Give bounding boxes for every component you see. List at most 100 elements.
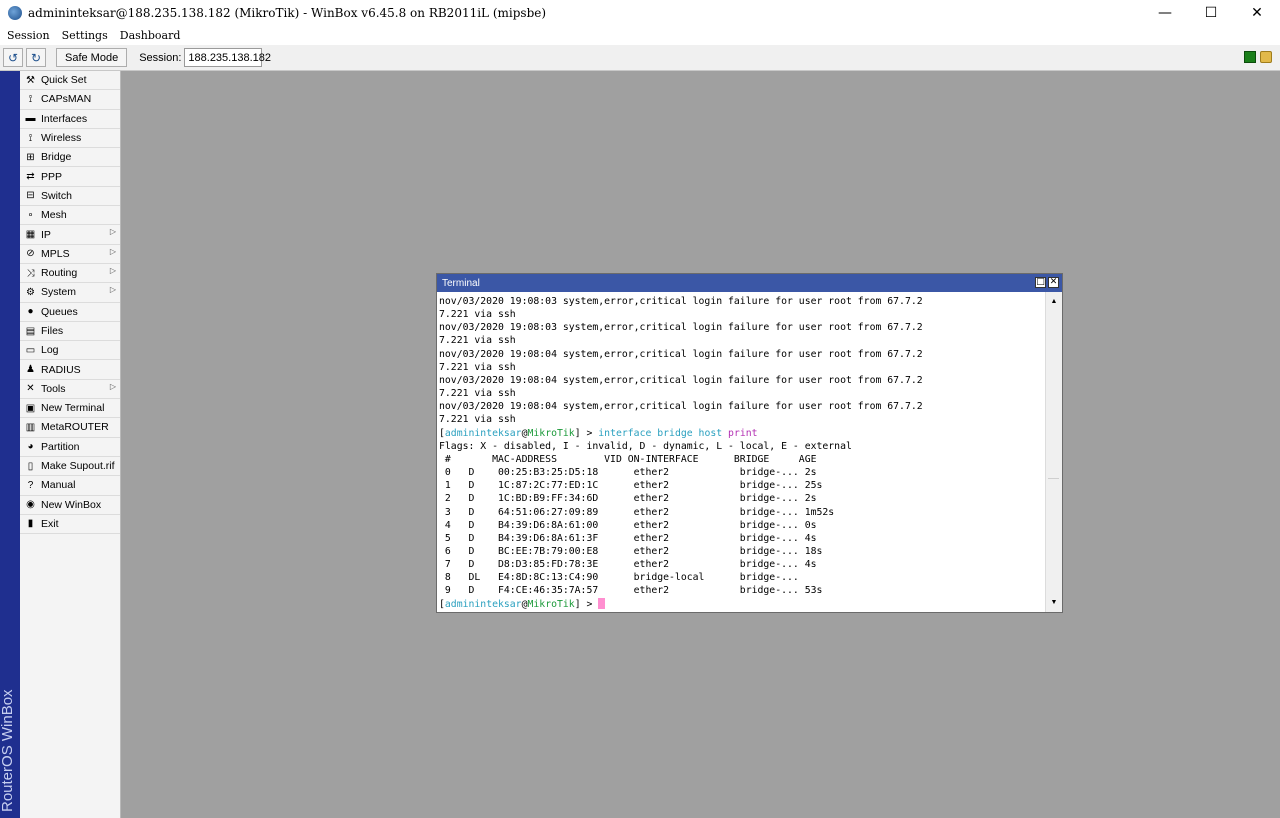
terminal-line: 7 D D8:D3:85:FD:78:3E ether2 bridge-... … [439, 559, 817, 571]
submenu-arrow-icon: ▷ [109, 285, 116, 295]
prompt-bracket: ] > [574, 427, 599, 439]
close-button[interactable]: ✕ [1234, 0, 1280, 26]
sidebar-item-label: Quick Set [41, 74, 87, 87]
terminal-window[interactable]: Terminal □ ✕ nov/03/2020 19:08:03 system… [436, 273, 1063, 613]
terminal-scrollbar[interactable]: ▲ ▼ [1045, 292, 1062, 612]
terminal-line: 2 D 1C:BD:B9:FF:34:6D ether2 bridge-... … [439, 493, 817, 505]
manual-icon: ? [27, 479, 34, 491]
sidebar-item-label: Queues [41, 305, 78, 318]
capsman-icon: ⟟ [28, 93, 33, 105]
sidebar-item-manual[interactable]: ? Manual [20, 476, 120, 496]
sidebar-item-label: Manual [41, 479, 76, 492]
undo-icon: ↺ [7, 50, 19, 65]
terminal-restore-button[interactable]: □ [1035, 277, 1046, 288]
sidebar-item-quickset[interactable]: ⚒ Quick Set [20, 71, 120, 91]
terminal-output[interactable]: nov/03/2020 19:08:03 system,error,critic… [437, 292, 1046, 612]
sidebar-item-label: Switch [41, 189, 72, 202]
sidebar-item-files[interactable]: ▤ Files [20, 322, 120, 342]
winbox-icon: ◉ [26, 499, 35, 511]
sidebar-item-label: Files [41, 325, 64, 337]
menu-dashboard[interactable]: Dashboard [120, 29, 181, 42]
session-field[interactable]: 188.235.138.182 [184, 48, 271, 67]
sidebar-item-exit[interactable]: ▮ Exit [20, 515, 120, 535]
sidebar-item-capsman[interactable]: ⟟ CAPsMAN [20, 90, 120, 110]
sidebar-item-mpls[interactable]: ⊘ MPLS ▷ [20, 245, 120, 264]
sidebar-item-bridge[interactable]: ⊞ Bridge [20, 148, 120, 168]
metarouter-icon: ▥ [25, 421, 36, 433]
sidebar-item-wireless[interactable]: ⟟ Wireless [20, 129, 120, 149]
sidebar-item-supout[interactable]: ▯ Make Supout.rif [20, 457, 120, 477]
scroll-thumb[interactable] [1048, 310, 1059, 479]
terminal-line: 7.221 via ssh [439, 388, 516, 400]
submenu-arrow-icon: ▷ [109, 381, 116, 391]
supout-icon: ▯ [27, 460, 34, 472]
terminal-line: nov/03/2020 19:08:04 system,error,critic… [439, 374, 923, 386]
scroll-down-button[interactable]: ▼ [1046, 595, 1062, 610]
sidebar-item-label: New WinBox [41, 498, 102, 511]
undo-button[interactable]: ↺ [3, 48, 23, 67]
terminal-line: 7.221 via ssh [439, 361, 516, 373]
sidebar-item-label: IP [41, 228, 51, 241]
submenu-arrow-icon: ▷ [109, 246, 116, 256]
sidebar-item-ppp[interactable]: ⇄ PPP [20, 167, 120, 187]
menu-session[interactable]: Session [7, 29, 50, 42]
menu-settings[interactable]: Settings [62, 29, 108, 42]
ppp-icon: ⇄ [26, 171, 35, 183]
terminal-command-line: [admininteksar@MikroTik] > interface bri… [439, 427, 1046, 440]
sidebar-item-mesh[interactable]: ∘ Mesh [20, 206, 120, 226]
terminal-line: 6 D BC:EE:7B:79:00:E8 ether2 bridge-... … [439, 545, 823, 557]
routing-icon: ⤨ [26, 267, 35, 279]
scroll-up-button[interactable]: ▲ [1046, 294, 1062, 309]
quickset-icon: ⚒ [26, 74, 35, 86]
terminal-line: # MAC-ADDRESS VID ON-INTERFACE BRIDGE AG… [439, 453, 817, 465]
terminal-line: 7.221 via ssh [439, 335, 516, 347]
terminal-line: 1 D 1C:87:2C:77:ED:1C ether2 bridge-... … [439, 480, 823, 492]
redo-button[interactable]: ↻ [26, 48, 46, 67]
sidebar-item-metarouter[interactable]: ▥ MetaROUTER [20, 418, 120, 438]
sidebar-item-label: System [41, 286, 77, 299]
exit-icon: ▮ [27, 518, 34, 530]
sidebar-item-log[interactable]: ▭ Log [20, 341, 120, 361]
terminal-line: 5 D B4:39:D6:8A:61:3F ether2 bridge-... … [439, 532, 817, 544]
tools-icon: ✕ [26, 383, 35, 395]
session-label: Session: [139, 51, 182, 64]
toolbar-status [1244, 51, 1272, 63]
prompt-user: admininteksar [444, 598, 522, 610]
sidebar-item-label: Routing [41, 267, 78, 280]
sidebar-item-routing[interactable]: ⤨ Routing ▷ [20, 264, 120, 284]
redo-icon: ↻ [30, 50, 42, 65]
terminal-line: nov/03/2020 19:08:03 system,error,critic… [439, 296, 923, 307]
sidebar-item-switch[interactable]: ⊟ Switch [20, 187, 120, 207]
system-icon: ⚙ [26, 286, 35, 298]
files-icon: ▤ [25, 325, 36, 337]
sidebar-item-label: Exit [41, 517, 59, 530]
sidebar-item-partition[interactable]: ◕ Partition [20, 438, 120, 457]
maximize-button[interactable]: ☐ [1188, 0, 1234, 26]
safe-mode-button[interactable]: Safe Mode [56, 48, 128, 67]
wireless-icon: ⟟ [28, 132, 33, 144]
prompt-host: MikroTik [527, 427, 575, 439]
terminal-line: 0 D 00:25:B3:25:D5:18 ether2 bridge-... … [439, 467, 817, 479]
sidebar-item-queues[interactable]: ● Queues [20, 303, 120, 322]
sidebar-item-system[interactable]: ⚙ System ▷ [20, 283, 120, 303]
sidebar-item-label: MPLS [41, 247, 70, 260]
sidebar-item-ip[interactable]: ▦ IP ▷ [20, 225, 120, 245]
terminal-close-button[interactable]: ✕ [1048, 277, 1059, 288]
prompt-bracket: ] > [574, 598, 599, 610]
terminal-title-bar[interactable]: Terminal □ ✕ [437, 274, 1062, 292]
connection-status-icon [1244, 51, 1256, 63]
terminal-icon: ▣ [25, 402, 36, 414]
sidebar-item-terminal[interactable]: ▣ New Terminal [20, 399, 120, 419]
terminal-line: 3 D 64:51:06:27:09:89 ether2 bridge-... … [439, 506, 835, 518]
sidebar-item-tools[interactable]: ✕ Tools ▷ [20, 380, 120, 400]
sidebar-item-radius[interactable]: ♟ RADIUS [20, 360, 120, 380]
sidebar-item-interfaces[interactable]: ▬ Interfaces [20, 110, 120, 129]
minimize-button[interactable]: — [1142, 0, 1188, 26]
mpls-icon: ⊘ [26, 248, 35, 260]
sidebar-item-winbox[interactable]: ◉ New WinBox [20, 496, 120, 515]
sidebar-item-label: Log [41, 344, 59, 357]
sidebar-item-label: Bridge [41, 151, 72, 164]
terminal-line: 4 D B4:39:D6:8A:61:00 ether2 bridge-... … [439, 519, 817, 531]
interfaces-icon: ▬ [25, 113, 36, 125]
winbox-app-icon [8, 6, 22, 20]
